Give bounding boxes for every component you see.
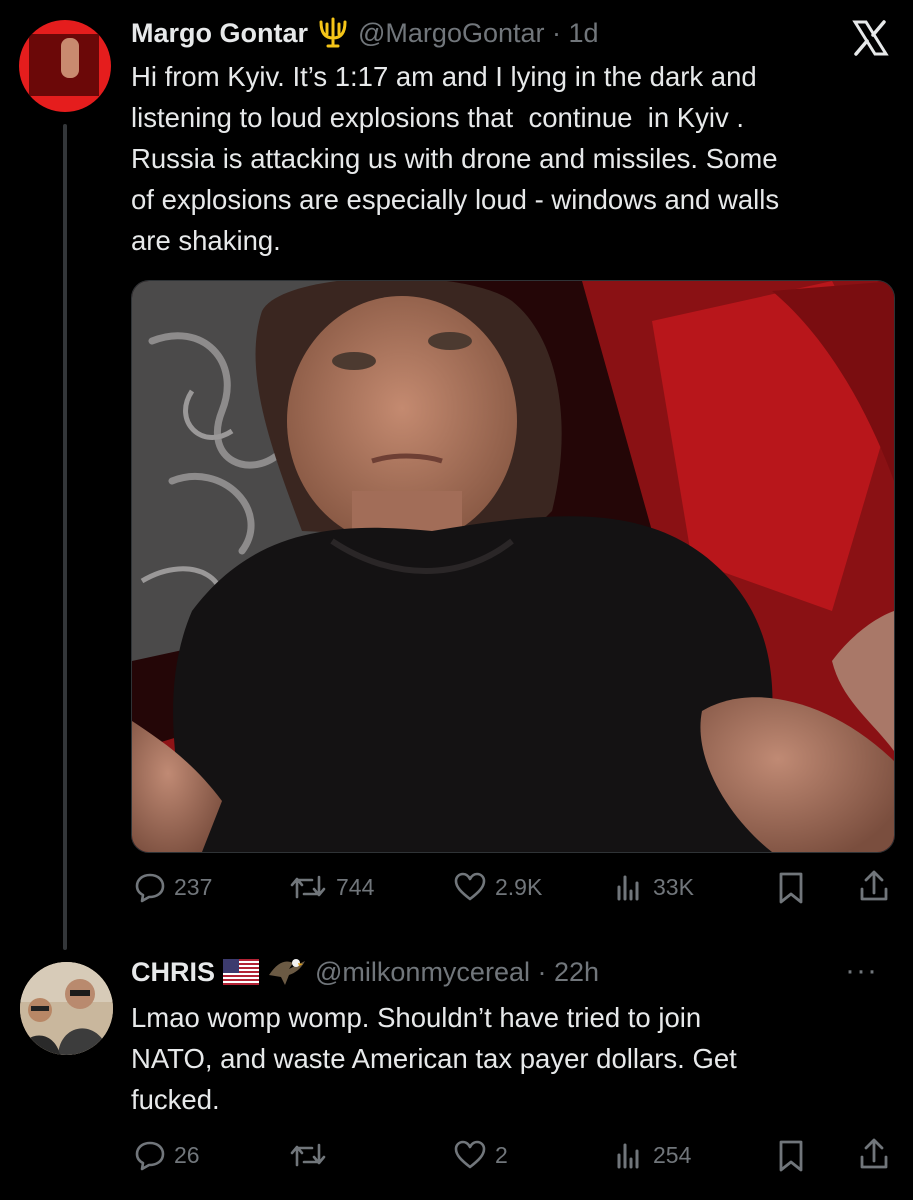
handle-time[interactable]: @MargoGontar · 1d <box>358 18 599 49</box>
repost-button[interactable] <box>288 1139 336 1171</box>
views-count: 254 <box>653 1141 692 1168</box>
like-count: 2 <box>495 1141 508 1168</box>
tweet-photo[interactable] <box>131 280 895 853</box>
repost-count: 744 <box>336 873 375 900</box>
share-button[interactable] <box>858 869 890 908</box>
heart-icon <box>453 871 487 903</box>
avatar[interactable] <box>20 962 113 1055</box>
views-icon <box>613 1139 645 1171</box>
reply-icon <box>134 871 166 903</box>
reply-button[interactable]: 237 <box>134 871 212 903</box>
reply-icon <box>134 1139 166 1171</box>
reply-count: 26 <box>174 1141 200 1168</box>
like-button[interactable]: 2.9K <box>453 871 542 903</box>
reply-avatar-illustration <box>20 962 113 1055</box>
heart-icon <box>453 1139 487 1171</box>
more-options-icon[interactable]: ··· <box>845 954 878 988</box>
reply-text: Lmao womp womp. Shouldn’t have tried to … <box>131 1002 737 1115</box>
repost-button[interactable]: 744 <box>288 871 374 903</box>
selfie-photo-illustration <box>132 281 894 852</box>
share-icon <box>858 870 890 907</box>
bookmark-icon <box>775 1140 807 1177</box>
reply-header: CHRIS @milkonmycereal · 22h <box>131 955 599 989</box>
author-name[interactable]: Margo Gontar <box>131 18 308 49</box>
repost-icon <box>288 871 328 903</box>
bookmark-button[interactable] <box>775 1139 807 1178</box>
like-count: 2.9K <box>495 873 543 900</box>
reply-count: 237 <box>174 873 213 900</box>
views-icon <box>613 871 645 903</box>
author-name[interactable]: CHRIS <box>131 957 215 988</box>
x-logo-icon[interactable] <box>850 18 890 58</box>
views-button[interactable]: 33K <box>613 871 694 903</box>
reply-button[interactable]: 26 <box>134 1139 200 1171</box>
avatar[interactable] <box>19 20 111 112</box>
us-flag-icon <box>223 959 260 985</box>
tweet-text: Hi from Kyiv. It’s 1:17 am and I lying i… <box>131 61 780 256</box>
views-count: 33K <box>653 873 694 900</box>
views-button[interactable]: 254 <box>613 1139 691 1171</box>
thread-line <box>63 124 67 950</box>
repost-icon <box>288 1139 328 1171</box>
like-button[interactable]: 2 <box>453 1139 508 1171</box>
share-button[interactable] <box>858 1137 890 1176</box>
bookmark-icon <box>775 872 807 909</box>
tweet-header: Margo Gontar @MargoGontar · 1d <box>131 16 599 50</box>
handle-time[interactable]: @milkonmycereal · 22h <box>315 957 599 988</box>
share-icon <box>858 1138 890 1175</box>
trident-icon <box>316 16 350 50</box>
eagle-icon <box>267 955 307 989</box>
bookmark-button[interactable] <box>775 871 807 910</box>
